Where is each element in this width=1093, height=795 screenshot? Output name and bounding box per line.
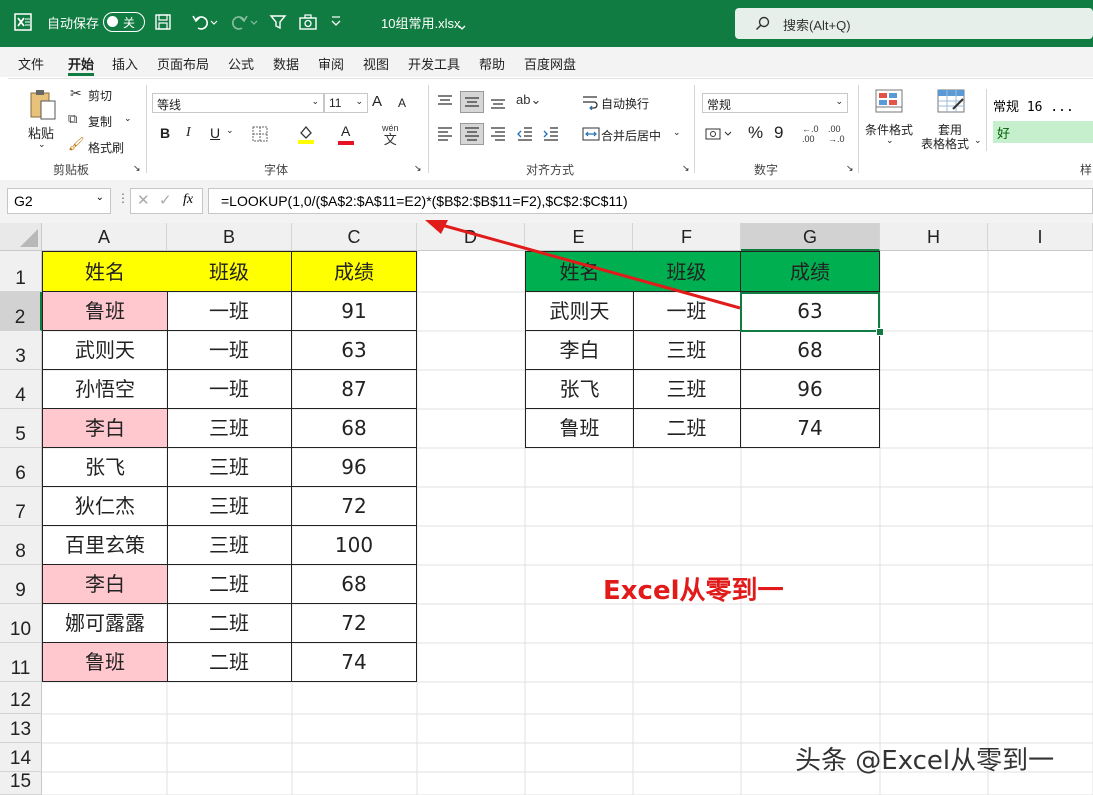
annotation-text: Excel从零到一: [603, 576, 784, 606]
watermark: 头条 @Excel从零到一: [795, 746, 1055, 776]
annotation-arrow: [425, 220, 741, 310]
